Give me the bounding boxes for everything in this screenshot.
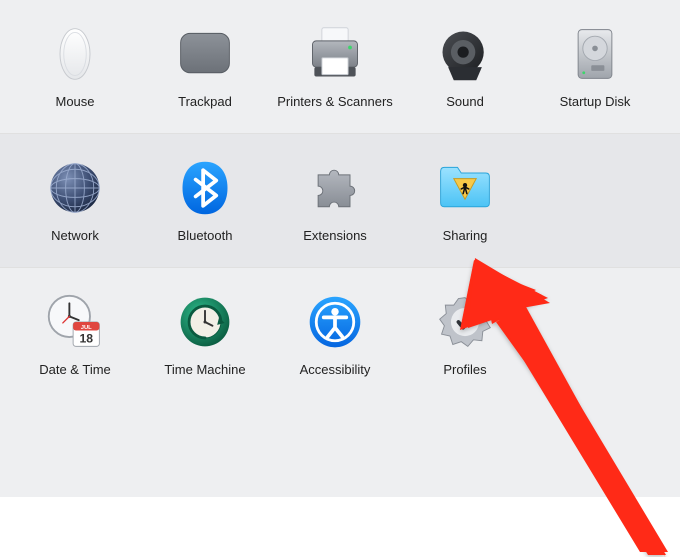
bluetooth-prefpane[interactable]: Bluetooth: [140, 150, 270, 243]
time-machine-icon: [173, 290, 237, 354]
accessibility-icon: [303, 290, 367, 354]
bluetooth-label: Bluetooth: [178, 228, 233, 243]
puzzle-icon: [303, 156, 367, 220]
network-label: Network: [51, 228, 99, 243]
bluetooth-icon: [173, 156, 237, 220]
prefs-row-2: Network Bluetooth Extensions Sharing: [0, 134, 680, 267]
speaker-icon: [433, 22, 497, 86]
profiles-prefpane[interactable]: Profiles: [400, 284, 530, 377]
trackpad-icon: [173, 22, 237, 86]
prefs-row-3: Date & Time Time Machine Accessibility P…: [0, 268, 680, 497]
startup-disk-prefpane[interactable]: Startup Disk: [530, 16, 660, 109]
accessibility-label: Accessibility: [300, 362, 371, 377]
startup-disk-label: Startup Disk: [560, 94, 631, 109]
date-time-label: Date & Time: [39, 362, 111, 377]
accessibility-prefpane[interactable]: Accessibility: [270, 284, 400, 377]
clock-cal-icon: [43, 290, 107, 354]
globe-icon: [43, 156, 107, 220]
sharing-label: Sharing: [443, 228, 488, 243]
trackpad-label: Trackpad: [178, 94, 232, 109]
time-machine-label: Time Machine: [164, 362, 245, 377]
sharing-icon: [433, 156, 497, 220]
profiles-label: Profiles: [443, 362, 486, 377]
time-machine-prefpane[interactable]: Time Machine: [140, 284, 270, 377]
sharing-prefpane[interactable]: Sharing: [400, 150, 530, 243]
hdd-icon: [563, 22, 627, 86]
mouse-prefpane[interactable]: Mouse: [10, 16, 140, 109]
mouse-icon: [43, 22, 107, 86]
sound-label: Sound: [446, 94, 484, 109]
mouse-label: Mouse: [55, 94, 94, 109]
date-time-prefpane[interactable]: Date & Time: [10, 284, 140, 377]
profiles-icon: [433, 290, 497, 354]
network-prefpane[interactable]: Network: [10, 150, 140, 243]
extensions-prefpane[interactable]: Extensions: [270, 150, 400, 243]
extensions-label: Extensions: [303, 228, 367, 243]
system-preferences-panel: Mouse Trackpad Printers & Scanners Sound…: [0, 0, 680, 557]
printer-icon: [303, 22, 367, 86]
trackpad-prefpane[interactable]: Trackpad: [140, 16, 270, 109]
prefs-row-1: Mouse Trackpad Printers & Scanners Sound…: [0, 0, 680, 133]
printers-scanners-label: Printers & Scanners: [277, 94, 393, 109]
printers-scanners-prefpane[interactable]: Printers & Scanners: [270, 16, 400, 109]
sound-prefpane[interactable]: Sound: [400, 16, 530, 109]
